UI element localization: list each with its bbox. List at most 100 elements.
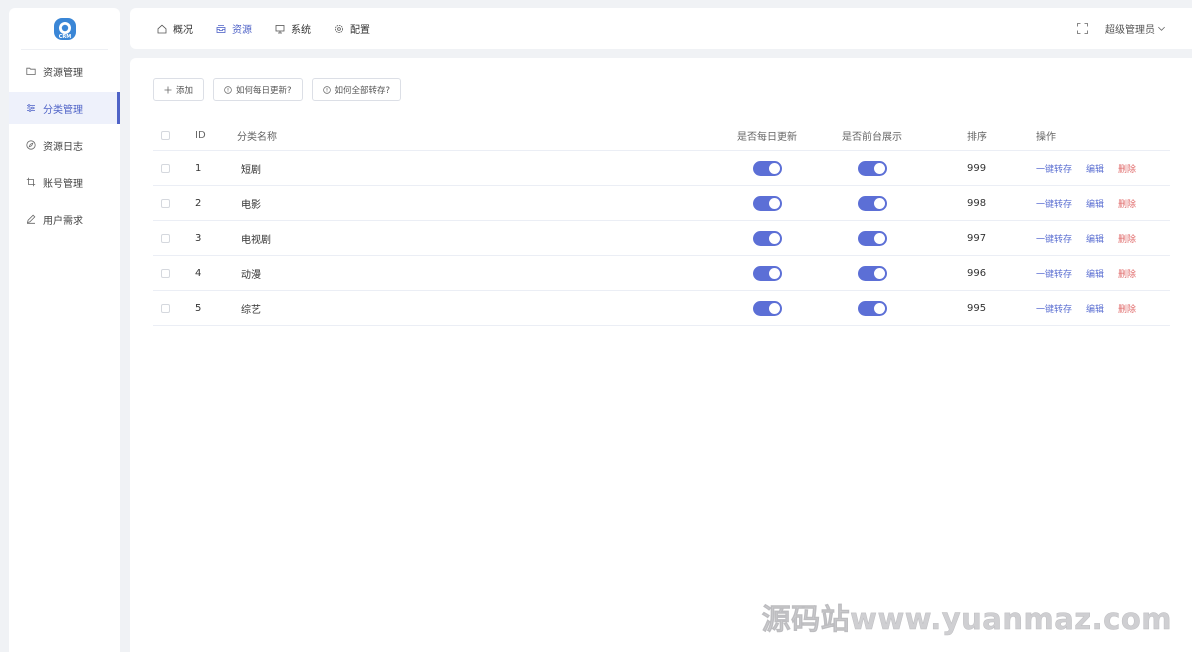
top-menu-label: 资源 — [232, 25, 252, 36]
info-icon — [224, 85, 232, 94]
crm-logo-icon[interactable]: CRM — [53, 17, 77, 41]
row-front-cell — [842, 186, 902, 220]
category-table: ID 分类名称 是否每日更新 是否前台展示 排序 操作 1 短剧 999 一键转… — [153, 120, 1170, 326]
sidebar-item-requests[interactable]: 用户需求 — [9, 203, 120, 235]
top-menu-label: 配置 — [350, 25, 370, 36]
front-display-switch[interactable] — [857, 230, 887, 246]
row-ops: 一键转存 编辑 删除 — [1036, 151, 1150, 185]
header-sort: 排序 — [967, 131, 987, 143]
transfer-button[interactable]: 一键转存 — [1036, 197, 1072, 210]
daily-update-switch[interactable] — [752, 300, 782, 316]
top-menu-label: 系统 — [291, 25, 311, 36]
info-icon — [322, 85, 331, 94]
row-checkbox-cell — [161, 221, 170, 255]
transfer-button[interactable]: 一键转存 — [1036, 267, 1072, 280]
table-row: 5 综艺 995 一键转存 编辑 删除 — [153, 291, 1170, 326]
sidebar-item-resources[interactable]: 资源管理 — [9, 55, 120, 87]
row-id: 1 — [195, 162, 202, 174]
row-checkbox-cell — [161, 256, 170, 290]
sidebar-item-accounts[interactable]: 账号管理 — [9, 166, 120, 198]
row-front-cell — [842, 151, 902, 185]
logo-area: CRM — [21, 8, 108, 50]
row-sort: 999 — [967, 162, 987, 174]
row-daily-cell — [737, 221, 797, 255]
row-front-cell — [842, 291, 902, 325]
watermark: 源码站www.yuanmaz.com — [761, 602, 1172, 637]
row-daily-cell — [737, 151, 797, 185]
main-content: 添加 如何每日更新? 如何全部转存? ID 分类名称 是否每日更新 是否前台展示… — [130, 58, 1192, 652]
transfer-all-help-label: 如何全部转存? — [334, 85, 391, 96]
row-id: 2 — [195, 197, 202, 209]
sidebar-item-label: 分类管理 — [43, 104, 83, 116]
top-menu-label: 概况 — [173, 25, 193, 36]
front-display-switch[interactable] — [857, 300, 887, 316]
row-id: 4 — [195, 267, 202, 279]
daily-update-switch[interactable] — [752, 160, 782, 176]
row-checkbox[interactable] — [161, 268, 170, 278]
row-name: 动漫 — [241, 269, 261, 281]
sidebar-item-label: 账号管理 — [43, 178, 83, 190]
delete-button[interactable]: 删除 — [1118, 267, 1136, 280]
row-sort: 996 — [967, 267, 987, 279]
row-sort: 998 — [967, 197, 987, 209]
front-display-switch[interactable] — [857, 160, 887, 176]
switch-knob — [768, 302, 780, 314]
daily-update-help-button[interactable]: 如何每日更新? — [213, 78, 303, 101]
fullscreen-icon[interactable] — [1077, 23, 1088, 34]
app-root: CRM 资源管理 分类管理 资源日志 账号管理 用户需求 概况 资源 系统 配置… — [0, 0, 1192, 652]
transfer-button[interactable]: 一键转存 — [1036, 232, 1072, 245]
front-display-switch[interactable] — [857, 195, 887, 211]
row-checkbox[interactable] — [161, 233, 170, 243]
home-icon — [157, 24, 167, 33]
row-name: 综艺 — [241, 304, 261, 316]
add-button[interactable]: 添加 — [153, 78, 205, 101]
row-checkbox[interactable] — [161, 163, 170, 173]
table-body: 1 短剧 999 一键转存 编辑 删除 2 电影 998 一键转存 编辑 删除 … — [153, 151, 1170, 326]
header-checkbox-cell — [161, 120, 170, 150]
sidebar-item-logs[interactable]: 资源日志 — [9, 129, 120, 161]
switch-knob — [768, 197, 780, 209]
add-button-label: 添加 — [176, 85, 194, 96]
row-checkbox-cell — [161, 291, 170, 325]
table-row: 3 电视剧 997 一键转存 编辑 删除 — [153, 221, 1170, 256]
daily-update-switch[interactable] — [752, 230, 782, 246]
table-row: 2 电影 998 一键转存 编辑 删除 — [153, 186, 1170, 221]
delete-button[interactable]: 删除 — [1118, 162, 1136, 175]
daily-update-switch[interactable] — [752, 265, 782, 281]
daily-update-switch[interactable] — [752, 195, 782, 211]
delete-button[interactable]: 删除 — [1118, 232, 1136, 245]
edit-button[interactable]: 编辑 — [1086, 267, 1104, 280]
edit-button[interactable]: 编辑 — [1086, 302, 1104, 315]
top-menu-resources[interactable]: 资源 — [216, 21, 252, 36]
row-checkbox[interactable] — [161, 198, 170, 208]
row-name: 电视剧 — [241, 234, 271, 246]
row-sort: 997 — [967, 232, 987, 244]
topbar: 概况 资源 系统 配置 超级管理员 — [130, 8, 1192, 49]
sidebar: CRM 资源管理 分类管理 资源日志 账号管理 用户需求 — [9, 8, 120, 652]
compass-icon — [26, 140, 36, 150]
switch-knob — [768, 162, 780, 174]
sidebar-item-label: 资源管理 — [43, 67, 83, 79]
transfer-button[interactable]: 一键转存 — [1036, 302, 1072, 315]
edit-button[interactable]: 编辑 — [1086, 162, 1104, 175]
edit-button[interactable]: 编辑 — [1086, 197, 1104, 210]
crop-icon — [26, 177, 36, 187]
switch-knob — [768, 232, 780, 244]
sidebar-nav: 资源管理 分类管理 资源日志 账号管理 用户需求 — [9, 55, 120, 235]
top-menu-config[interactable]: 配置 — [334, 21, 370, 36]
transfer-all-help-button[interactable]: 如何全部转存? — [311, 78, 402, 101]
delete-button[interactable]: 删除 — [1118, 302, 1136, 315]
top-menu-overview[interactable]: 概况 — [157, 21, 193, 36]
transfer-button[interactable]: 一键转存 — [1036, 162, 1072, 175]
select-all-checkbox[interactable] — [161, 130, 170, 140]
toolbar: 添加 如何每日更新? 如何全部转存? — [153, 78, 410, 101]
sidebar-item-categories[interactable]: 分类管理 — [9, 92, 120, 124]
top-menu-system[interactable]: 系统 — [275, 21, 311, 36]
delete-button[interactable]: 删除 — [1118, 197, 1136, 210]
user-menu[interactable]: 超级管理员 — [1105, 21, 1166, 36]
front-display-switch[interactable] — [857, 265, 887, 281]
edit-button[interactable]: 编辑 — [1086, 232, 1104, 245]
row-checkbox[interactable] — [161, 303, 170, 313]
table-row: 1 短剧 999 一键转存 编辑 删除 — [153, 151, 1170, 186]
chevron-down-icon — [1158, 26, 1165, 31]
